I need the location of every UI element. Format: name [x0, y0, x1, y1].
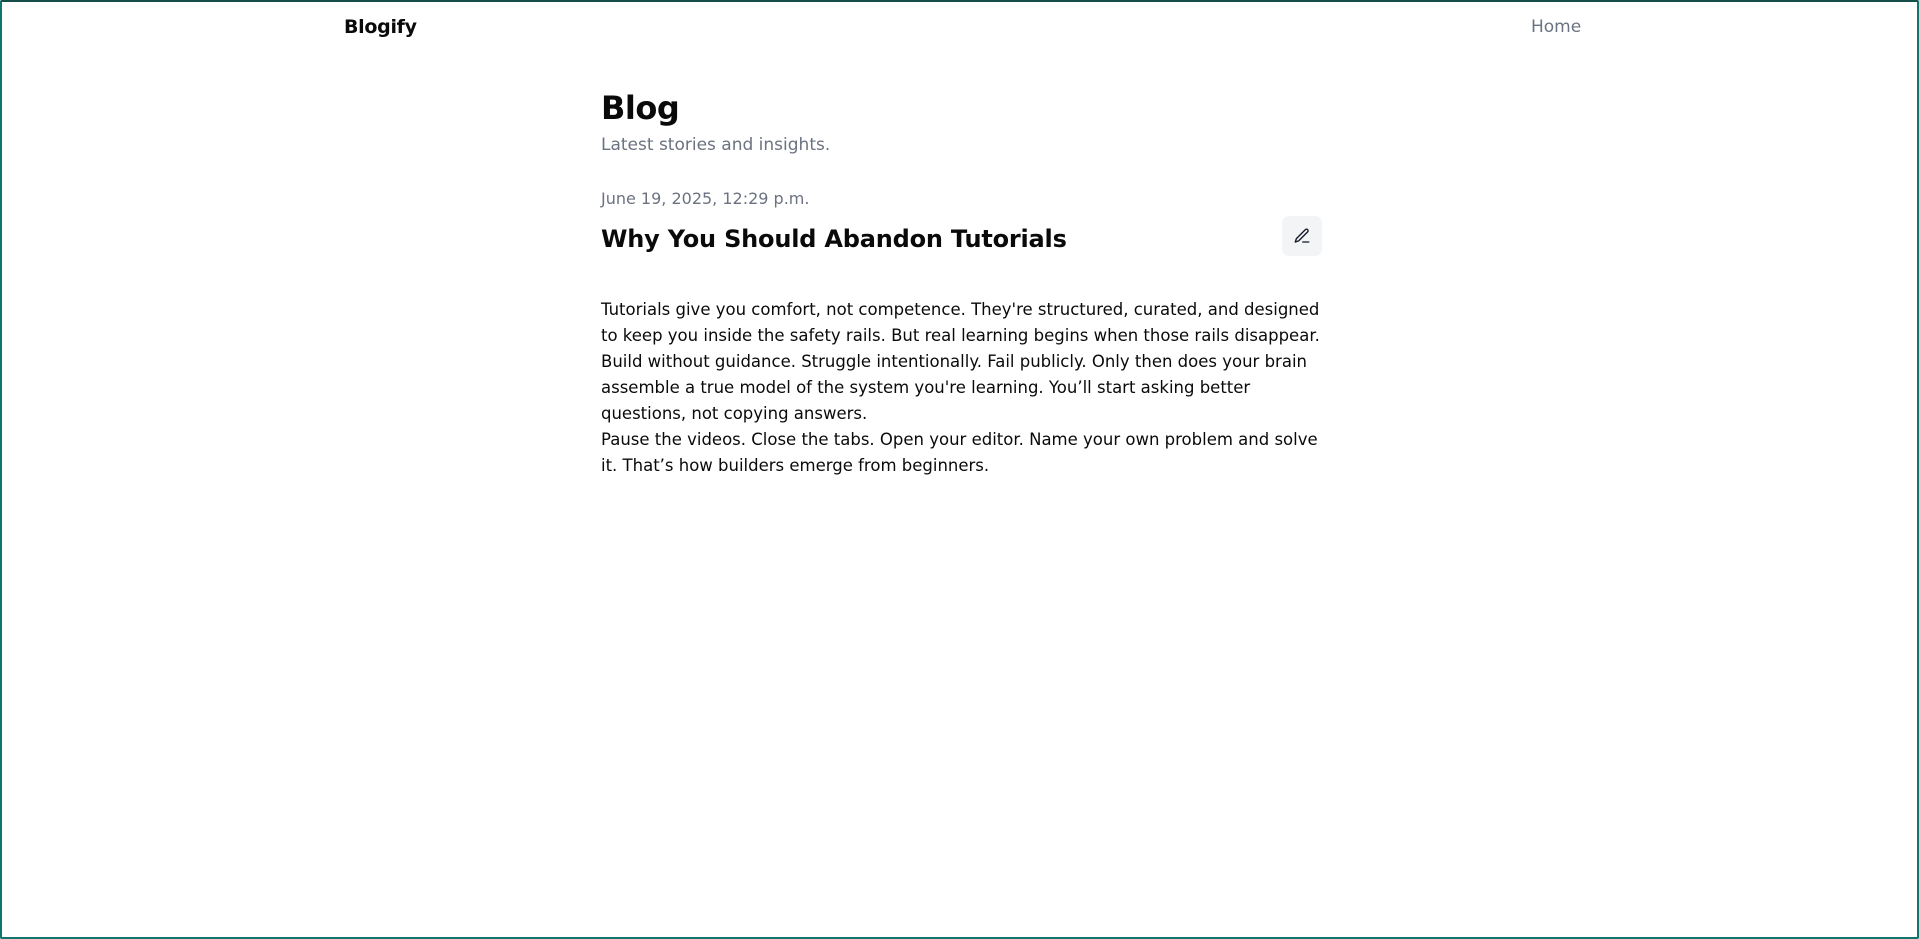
page-subtitle: Latest stories and insights.	[601, 135, 831, 155]
post-body: Tutorials give you comfort, not competen…	[601, 297, 1322, 479]
blog-post: June 19, 2025, 12:29 p.m. Why You Should…	[601, 188, 1322, 479]
brand-logo-link[interactable]: Blogify	[344, 16, 417, 38]
browser-viewport: Blogify Home Blog Latest stories and ins…	[0, 0, 1919, 939]
post-title: Why You Should Abandon Tutorials	[601, 225, 1067, 253]
post-paragraph: Pause the videos. Close the tabs. Open y…	[601, 430, 1318, 475]
post-paragraph: Build without guidance. Struggle intenti…	[601, 352, 1307, 423]
post-paragraph: Tutorials give you comfort, not competen…	[601, 300, 1320, 345]
pencil-icon	[1293, 227, 1311, 245]
post-date: June 19, 2025, 12:29 p.m.	[601, 189, 810, 208]
post-header: Why You Should Abandon Tutorials	[601, 216, 1322, 260]
main-content: Blog Latest stories and insights. June 1…	[601, 88, 1322, 479]
edit-post-button[interactable]	[1282, 216, 1322, 256]
nav-link-home[interactable]: Home	[1531, 17, 1581, 37]
navbar: Blogify Home	[2, 2, 1917, 52]
page-title: Blog	[601, 89, 680, 127]
